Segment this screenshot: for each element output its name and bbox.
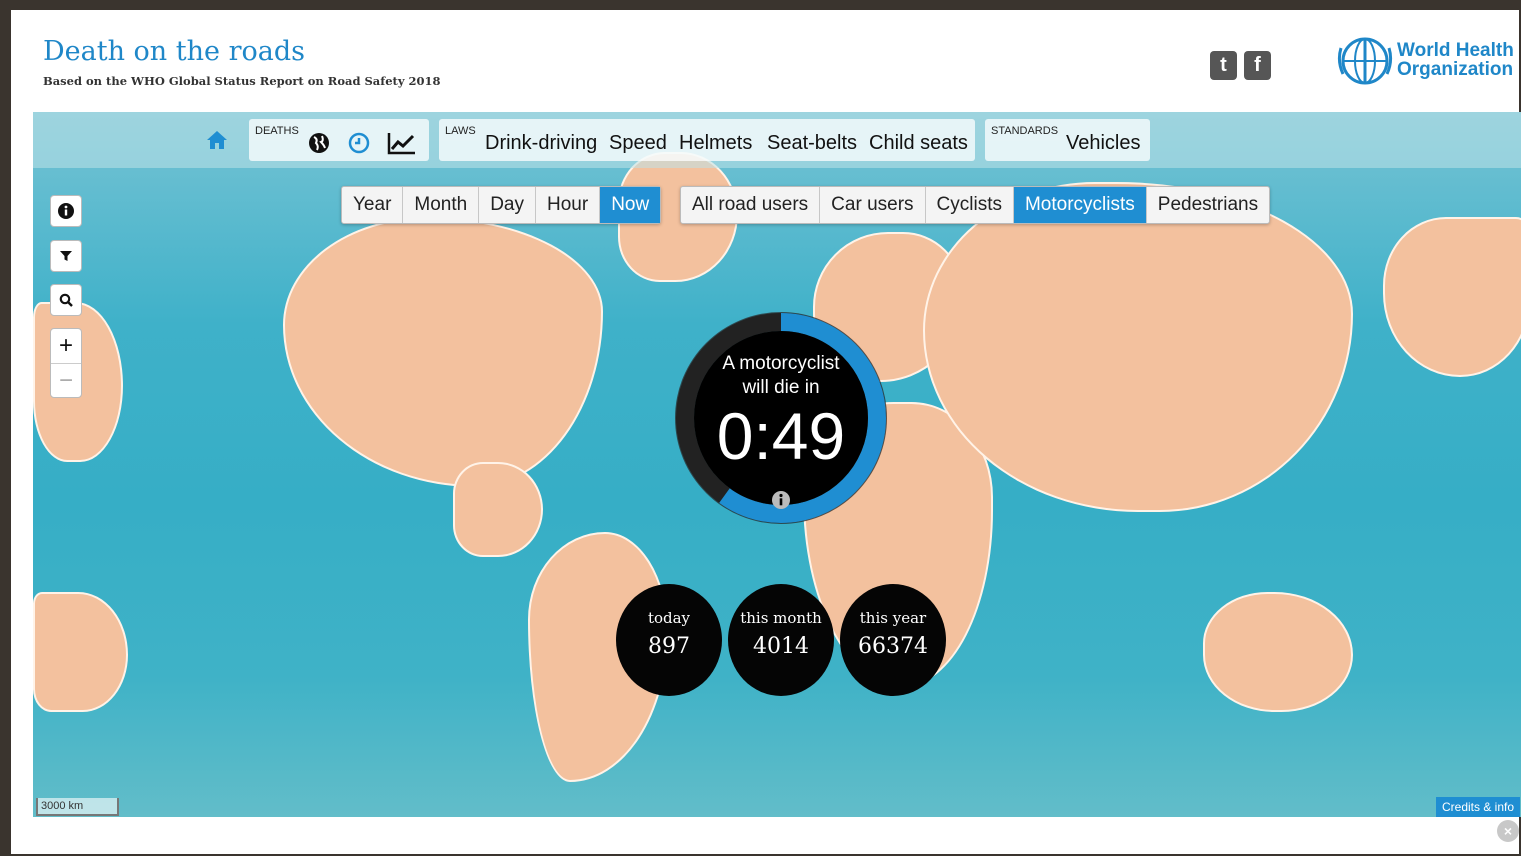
stat-today-label: today bbox=[647, 609, 691, 627]
nav-link-seat-belts[interactable]: Seat-belts bbox=[767, 132, 857, 155]
clock-icon[interactable] bbox=[347, 131, 371, 155]
info-button[interactable] bbox=[50, 195, 82, 227]
tab-all-road-users[interactable]: All road users bbox=[681, 187, 821, 223]
filter-button[interactable] bbox=[50, 240, 82, 272]
page: Death on the roads Based on the WHO Glob… bbox=[11, 10, 1521, 854]
laws-nav-group: LAWS Drink-driving Speed Helmets Seat-be… bbox=[439, 119, 975, 161]
countdown-line1: A motorcyclist bbox=[722, 353, 840, 374]
credits-button[interactable]: Credits & info bbox=[1436, 797, 1521, 817]
tab-year[interactable]: Year bbox=[342, 187, 404, 223]
nav-link-child-seats[interactable]: Child seats bbox=[869, 132, 968, 155]
nav-link-helmets[interactable]: Helmets bbox=[679, 132, 752, 155]
tab-day[interactable]: Day bbox=[479, 187, 536, 223]
tab-cyclists[interactable]: Cyclists bbox=[926, 187, 1014, 223]
tab-pedestrians[interactable]: Pedestrians bbox=[1147, 187, 1269, 223]
countdown-time: 0:49 bbox=[716, 399, 846, 473]
stat-this-year-label: this year bbox=[859, 609, 927, 627]
twitter-icon[interactable]: t bbox=[1210, 51, 1237, 80]
close-icon[interactable]: × bbox=[1497, 820, 1519, 842]
tab-motorcyclists[interactable]: Motorcyclists bbox=[1013, 187, 1147, 223]
deaths-nav-group: DEATHS bbox=[249, 119, 429, 161]
who-name-line2: Organization bbox=[1397, 59, 1514, 80]
tab-car-users[interactable]: Car users bbox=[820, 187, 926, 223]
map-land-far-east bbox=[1383, 217, 1521, 377]
map-land-north-america bbox=[283, 217, 603, 487]
trend-chart-icon[interactable] bbox=[387, 131, 417, 155]
standards-nav-group: STANDARDS Vehicles bbox=[985, 119, 1150, 161]
map-land-australia bbox=[1203, 592, 1353, 712]
period-tabs: Year Month Day Hour Now bbox=[341, 186, 662, 224]
standards-label: STANDARDS bbox=[991, 125, 1059, 137]
countdown-line2: will die in bbox=[742, 377, 820, 398]
nav-link-speed[interactable]: Speed bbox=[609, 132, 667, 155]
map-land-central-america bbox=[453, 462, 543, 557]
who-emblem-icon[interactable] bbox=[1337, 34, 1393, 88]
who-name-line1: World Health bbox=[1397, 40, 1514, 61]
info-icon bbox=[58, 203, 74, 219]
map-scale: 3000 km bbox=[36, 798, 119, 816]
stat-this-month-label: this month bbox=[740, 609, 822, 627]
stat-this-year-value: 66374 bbox=[858, 634, 928, 659]
who-name[interactable]: World Health Organization bbox=[1397, 41, 1514, 79]
map-land-australia-west bbox=[33, 592, 128, 712]
countdown-info-icon[interactable] bbox=[771, 490, 791, 510]
twitter-glyph: t bbox=[1220, 54, 1227, 76]
stat-this-month-value: 4014 bbox=[753, 634, 809, 659]
tab-month[interactable]: Month bbox=[403, 187, 480, 223]
facebook-icon[interactable]: f bbox=[1244, 51, 1271, 80]
page-title: Death on the roads bbox=[43, 36, 305, 67]
page-subtitle: Based on the WHO Global Status Report on… bbox=[43, 74, 441, 88]
nav-link-vehicles[interactable]: Vehicles bbox=[1066, 132, 1141, 155]
search-button[interactable] bbox=[50, 284, 82, 316]
top-navigation: DEATHS LAWS Drink-driving Speed Helmets … bbox=[33, 112, 1521, 168]
zoom-in-button[interactable]: + bbox=[51, 329, 81, 363]
facebook-glyph: f bbox=[1254, 54, 1261, 76]
nav-link-drink-driving[interactable]: Drink-driving bbox=[485, 132, 597, 155]
home-icon[interactable] bbox=[205, 128, 229, 152]
tab-hour[interactable]: Hour bbox=[536, 187, 601, 223]
header: Death on the roads Based on the WHO Glob… bbox=[11, 10, 1519, 102]
stat-this-month: this month 4014 bbox=[728, 584, 834, 696]
stat-this-year: this year 66374 bbox=[840, 584, 946, 696]
search-icon bbox=[59, 293, 73, 307]
globe-icon[interactable] bbox=[307, 131, 331, 155]
world-map[interactable]: DEATHS LAWS Drink-driving Speed Helmets … bbox=[33, 112, 1521, 817]
road-user-tabs: All road users Car users Cyclists Motorc… bbox=[680, 186, 1271, 224]
zoom-out-button[interactable]: − bbox=[51, 363, 81, 397]
laws-label: LAWS bbox=[445, 125, 476, 137]
tab-now[interactable]: Now bbox=[600, 187, 661, 223]
filter-icon bbox=[60, 251, 72, 261]
stat-today: today 897 bbox=[616, 584, 722, 696]
stat-today-value: 897 bbox=[648, 634, 690, 659]
zoom-control: + − bbox=[50, 328, 82, 398]
deaths-label: DEATHS bbox=[255, 125, 299, 137]
